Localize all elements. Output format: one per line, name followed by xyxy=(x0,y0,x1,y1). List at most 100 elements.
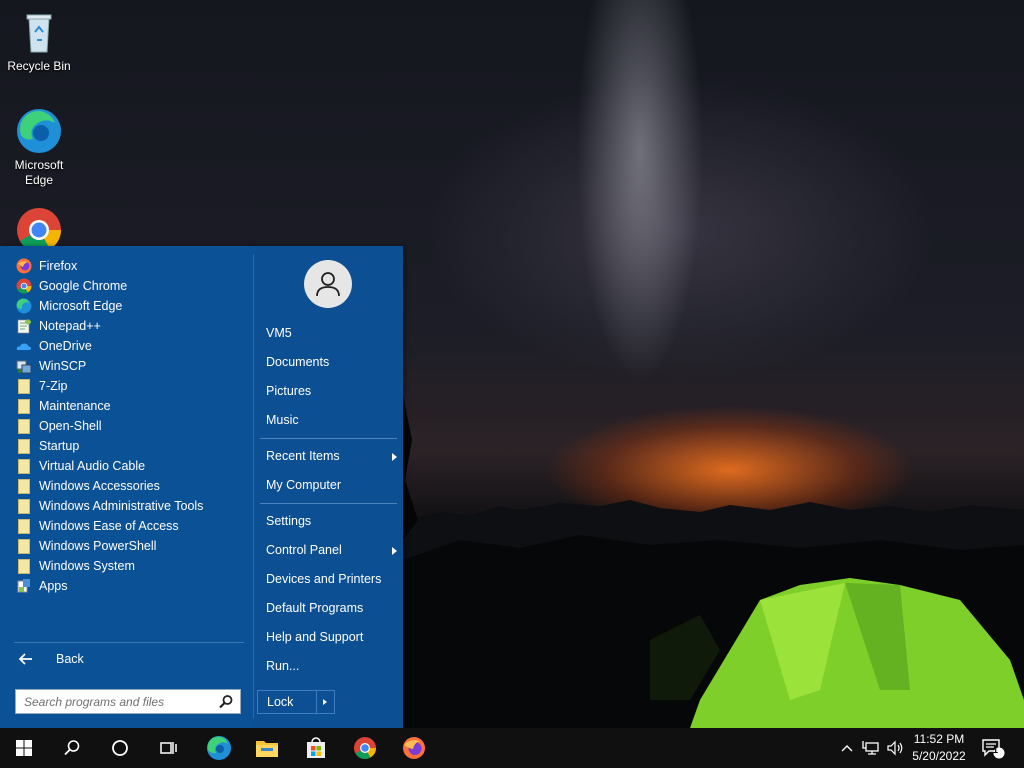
winscp-icon xyxy=(16,360,32,374)
program-label: Windows Accessories xyxy=(39,479,160,493)
start-menu: Firefox Google Chrome Microsoft Edge Not… xyxy=(0,246,403,728)
search-icon xyxy=(219,695,233,709)
user-avatar[interactable] xyxy=(304,260,352,308)
program-item-open-shell[interactable]: Open-Shell xyxy=(16,416,102,436)
menu-item-control-panel[interactable]: Control Panel xyxy=(266,541,397,559)
back-label: Back xyxy=(56,652,84,666)
program-item-windows-ease-of-access[interactable]: Windows Ease of Access xyxy=(16,516,179,536)
lock-button[interactable]: Lock xyxy=(257,690,335,714)
search-icon xyxy=(64,740,80,756)
program-item-google-chrome[interactable]: Google Chrome xyxy=(16,276,127,296)
menu-item-recent-items[interactable]: Recent Items xyxy=(266,447,397,465)
notification-count-badge: 1 xyxy=(993,745,999,755)
lock-split-divider xyxy=(316,691,317,713)
clock-time: 11:52 PM xyxy=(913,732,965,746)
recycle-bin-icon xyxy=(15,8,63,56)
menu-separator xyxy=(260,438,397,439)
action-center-button[interactable]: 1 xyxy=(978,728,1008,768)
windows-logo-icon xyxy=(16,740,32,756)
start-menu-right-column: VM5 Documents Pictures Music Recent Item… xyxy=(254,246,403,728)
program-item-microsoft-edge[interactable]: Microsoft Edge xyxy=(16,296,122,316)
program-label: Windows Administrative Tools xyxy=(39,499,204,513)
firefox-icon xyxy=(403,737,425,759)
program-item-7-zip[interactable]: 7-Zip xyxy=(16,376,67,396)
taskbar-edge-button[interactable] xyxy=(195,728,243,768)
desktop-icon-label: Microsoft Edge xyxy=(14,158,64,187)
program-item-firefox[interactable]: Firefox xyxy=(16,256,77,276)
program-label: Microsoft Edge xyxy=(39,299,123,313)
taskbar-search-button[interactable] xyxy=(48,728,96,768)
program-item-windows-accessories[interactable]: Windows Accessories xyxy=(16,476,160,496)
menu-item-default-programs[interactable]: Default Programs xyxy=(266,599,392,617)
taskbar-firefox-button[interactable] xyxy=(390,728,438,768)
program-item-windows-system[interactable]: Windows System xyxy=(16,556,135,576)
folder-icon xyxy=(18,378,30,394)
program-item-maintenance[interactable]: Maintenance xyxy=(16,396,111,416)
folder-icon xyxy=(18,538,30,554)
program-item-windows-administrative-tools[interactable]: Windows Administrative Tools xyxy=(16,496,203,516)
menu-item-user[interactable]: VM5 xyxy=(266,324,392,342)
program-label: Open-Shell xyxy=(39,419,102,433)
user-icon xyxy=(316,272,340,297)
menu-item-documents[interactable]: Documents xyxy=(266,353,392,371)
program-label: 7-Zip xyxy=(39,379,68,393)
chevron-up-icon xyxy=(841,745,853,752)
program-label: Windows System xyxy=(39,559,135,573)
menu-item-music[interactable]: Music xyxy=(266,411,392,429)
network-icon xyxy=(862,741,879,755)
clock-button[interactable]: 11:52 PM 5/20/2022 xyxy=(906,731,972,765)
program-item-apps[interactable]: Apps xyxy=(16,576,68,596)
control-panel-label: Control Panel xyxy=(266,543,342,557)
program-label: Maintenance xyxy=(39,399,111,413)
menu-item-run[interactable]: Run... xyxy=(266,657,392,675)
notepad-plus-plus-icon xyxy=(17,319,31,334)
program-item-virtual-audio-cable[interactable]: Virtual Audio Cable xyxy=(16,456,145,476)
taskbar-file-explorer-button[interactable] xyxy=(243,728,291,768)
program-item-onedrive[interactable]: OneDrive xyxy=(16,336,92,356)
menu-item-help-support[interactable]: Help and Support xyxy=(266,628,392,646)
submenu-arrow-icon xyxy=(392,453,397,461)
show-hidden-icons-button[interactable] xyxy=(838,728,856,768)
chrome-icon xyxy=(16,278,32,294)
program-item-notepad-plus-plus[interactable]: Notepad++ xyxy=(16,316,101,336)
lock-label: Lock xyxy=(267,695,294,709)
onedrive-icon xyxy=(16,343,32,350)
program-label: Windows PowerShell xyxy=(39,539,157,553)
desktop-icon-recycle-bin[interactable]: Recycle Bin xyxy=(1,8,77,74)
folder-icon xyxy=(18,398,30,414)
volume-tray-button[interactable] xyxy=(884,728,906,768)
folder-icon xyxy=(18,438,30,454)
back-button[interactable]: Back xyxy=(18,652,84,666)
taskbar: 11:52 PM 5/20/2022 1 xyxy=(0,728,1024,768)
menu-item-pictures[interactable]: Pictures xyxy=(266,382,392,400)
file-explorer-icon xyxy=(256,741,278,757)
task-view-button[interactable] xyxy=(144,728,192,768)
task-view-icon xyxy=(160,742,177,754)
programs-list: Firefox Google Chrome Microsoft Edge Not… xyxy=(0,246,253,728)
program-label: Windows Ease of Access xyxy=(39,519,179,533)
menu-separator xyxy=(260,503,397,504)
start-button[interactable] xyxy=(0,728,48,768)
folder-icon xyxy=(18,478,30,494)
search-placeholder: Search programs and files xyxy=(24,695,165,709)
edge-icon xyxy=(15,107,63,155)
menu-item-settings[interactable]: Settings xyxy=(266,512,392,530)
submenu-arrow-icon xyxy=(392,547,397,555)
search-input[interactable]: Search programs and files xyxy=(15,689,241,714)
program-item-startup[interactable]: Startup xyxy=(16,436,79,456)
arrow-left-icon xyxy=(18,653,32,665)
clock-date: 5/20/2022 xyxy=(912,749,966,763)
program-item-windows-powershell[interactable]: Windows PowerShell xyxy=(16,536,156,556)
taskbar-store-button[interactable] xyxy=(292,728,340,768)
menu-item-devices-printers[interactable]: Devices and Printers xyxy=(266,570,392,588)
menu-item-my-computer[interactable]: My Computer xyxy=(266,476,392,494)
folder-icon xyxy=(18,418,30,434)
taskbar-chrome-button[interactable] xyxy=(341,728,389,768)
program-label: Startup xyxy=(39,439,80,453)
cortana-button[interactable] xyxy=(96,728,144,768)
desktop-icon-microsoft-edge[interactable]: Microsoft Edge xyxy=(1,107,77,188)
store-icon xyxy=(307,737,325,758)
program-item-winscp[interactable]: WinSCP xyxy=(16,356,86,376)
network-tray-button[interactable] xyxy=(860,728,882,768)
lock-options-arrow-icon[interactable] xyxy=(323,699,327,705)
